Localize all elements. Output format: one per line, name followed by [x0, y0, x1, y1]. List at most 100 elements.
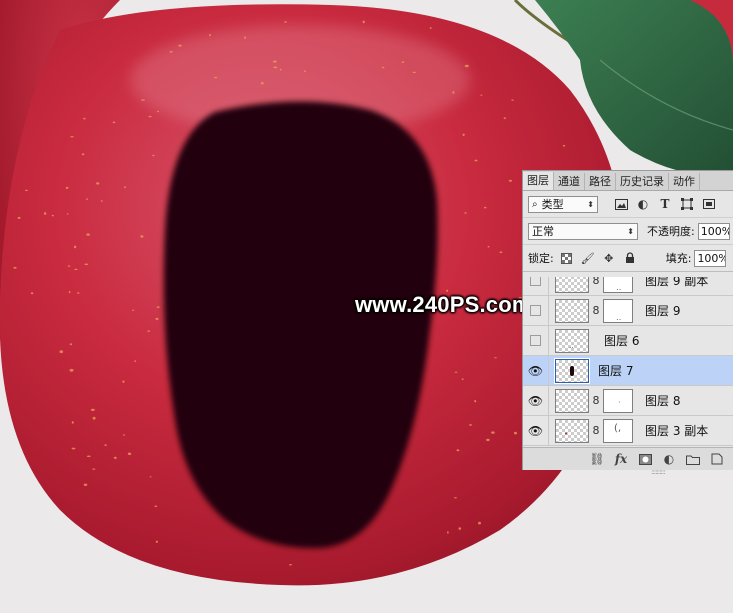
layer-thumbnail [555, 277, 589, 293]
speckle [279, 68, 282, 71]
visibility-toggle[interactable]: 👁 [523, 385, 549, 416]
speckle [487, 245, 490, 248]
speckle [456, 449, 460, 452]
speckle [43, 212, 47, 215]
speckle [508, 179, 512, 182]
speckle [76, 292, 80, 294]
lock-label: 锁定: [528, 252, 554, 265]
opacity-input[interactable]: 100% [697, 222, 730, 240]
speckle [514, 431, 517, 435]
resize-grip[interactable]: :::::::::: [651, 468, 666, 476]
speckle [304, 70, 306, 73]
layer-name: 图层 9 副本 [645, 277, 709, 288]
blend-row: 正常 ⬍ 不透明度: 100% [523, 218, 733, 245]
visibility-toggle[interactable] [523, 277, 549, 296]
speckle [494, 357, 497, 359]
lock-row: 锁定: 🖌 ✥ 填充: 100% [523, 245, 733, 272]
opacity-label: 不透明度: [647, 225, 695, 238]
link-layers-icon[interactable]: ⛓ [585, 450, 609, 468]
speckle [464, 212, 467, 214]
hidden-visibility-box [530, 335, 541, 346]
speckle [83, 483, 88, 486]
speckle [148, 115, 152, 118]
speckle [140, 99, 145, 101]
layer-name: 图层 7 [598, 364, 634, 378]
tab-actions[interactable]: 动作 [669, 173, 700, 190]
speckle [96, 182, 100, 185]
visibility-toggle[interactable] [523, 295, 549, 326]
speckle [474, 159, 478, 162]
visibility-toggle[interactable] [523, 325, 549, 356]
speckle [104, 444, 107, 446]
pixel-filter-icon[interactable] [612, 196, 630, 213]
layer-name: 图层 9 [645, 304, 681, 318]
speckle [468, 424, 473, 426]
speckle [112, 121, 116, 124]
speckle [83, 117, 86, 120]
layer-list: 8 ‥ 图层 9 副本 8 ‥ 图层 9 .. 图层 6 👁 图层 7 👁 8 … [523, 277, 733, 447]
tab-channels[interactable]: 通道 [554, 173, 585, 190]
link-chain-icon[interactable]: 8 [591, 394, 601, 407]
speckle [140, 235, 144, 238]
layer-row[interactable]: 8 ‥ 图层 9 副本 [523, 277, 733, 296]
link-chain-icon[interactable]: 8 [591, 304, 601, 317]
filter-row: ⌕ 类型 ⬍ ◐ T [523, 191, 733, 218]
filter-type-select[interactable]: ⌕ 类型 ⬍ [528, 195, 598, 213]
speckle [462, 133, 465, 136]
layer-mask-thumbnail[interactable]: ‥ [603, 298, 633, 323]
layer-row[interactable]: 👁 • 8 (, 图层 3 副本 [523, 415, 733, 446]
new-group-folder-icon[interactable] [681, 450, 705, 468]
tab-history[interactable]: 历史记录 [616, 173, 669, 190]
layer-thumbnail [555, 298, 589, 323]
speckle [68, 291, 71, 294]
lock-transparency-icon[interactable] [559, 250, 575, 266]
speckle [155, 317, 159, 320]
fill-input[interactable]: 100% [694, 249, 727, 267]
layer-row[interactable]: 👁 8 · 图层 8 [523, 385, 733, 416]
layer-style-fx-icon[interactable]: fx [609, 450, 633, 468]
lock-all-icon[interactable] [622, 250, 638, 266]
speckle [562, 144, 566, 147]
link-chain-icon[interactable]: 8 [591, 424, 601, 437]
add-mask-icon[interactable] [633, 450, 657, 468]
blend-mode-value: 正常 [532, 225, 554, 238]
speckle [453, 497, 457, 499]
shape-filter-icon[interactable] [678, 196, 696, 213]
blend-mode-select[interactable]: 正常 ⬍ [528, 222, 638, 240]
visibility-toggle[interactable]: 👁 [523, 415, 549, 446]
tab-paths[interactable]: 路径 [585, 173, 616, 190]
speckle [69, 368, 74, 372]
speckle [169, 51, 173, 53]
speckle [214, 76, 218, 79]
lock-brush-icon[interactable]: 🖌 [580, 250, 596, 266]
speckle [273, 66, 278, 69]
speckle [381, 66, 385, 69]
speckle [17, 216, 21, 219]
lock-move-icon[interactable]: ✥ [601, 250, 617, 266]
smart-object-filter-icon[interactable] [700, 196, 718, 213]
eye-icon: 👁 [527, 393, 544, 408]
speckle [429, 27, 432, 29]
layers-panel: 图层 通道 路径 历史记录 动作 ⌕ 类型 ⬍ ◐ T 正常 ⬍ 不透明度: 1… [522, 170, 733, 476]
layer-thumbnail [555, 388, 589, 413]
speckle [13, 266, 17, 269]
adjustment-layer-icon[interactable]: ◐ [657, 450, 681, 468]
type-filter-icon[interactable]: T [656, 196, 674, 213]
tab-layers[interactable]: 图层 [523, 172, 554, 190]
layer-name: 图层 8 [645, 394, 681, 408]
layer-row[interactable]: 8 ‥ 图层 9 [523, 295, 733, 326]
chevron-down-icon: ⬍ [587, 199, 594, 209]
new-layer-icon[interactable] [705, 450, 729, 468]
adjustment-filter-icon[interactable]: ◐ [634, 196, 652, 213]
visibility-toggle[interactable]: 👁 [523, 355, 549, 386]
speckle [362, 20, 365, 24]
layer-row-selected[interactable]: 👁 图层 7 [523, 355, 733, 386]
link-chain-icon[interactable]: 8 [591, 277, 601, 287]
speckle [92, 468, 96, 470]
layer-mask-thumbnail[interactable]: · [603, 388, 633, 413]
layer-mask-thumbnail[interactable]: (, [603, 418, 633, 443]
layer-row[interactable]: .. 图层 6 [523, 325, 733, 356]
layer-mask-thumbnail[interactable]: ‥ [603, 277, 633, 293]
speckle [209, 33, 211, 37]
speckle [458, 527, 462, 530]
